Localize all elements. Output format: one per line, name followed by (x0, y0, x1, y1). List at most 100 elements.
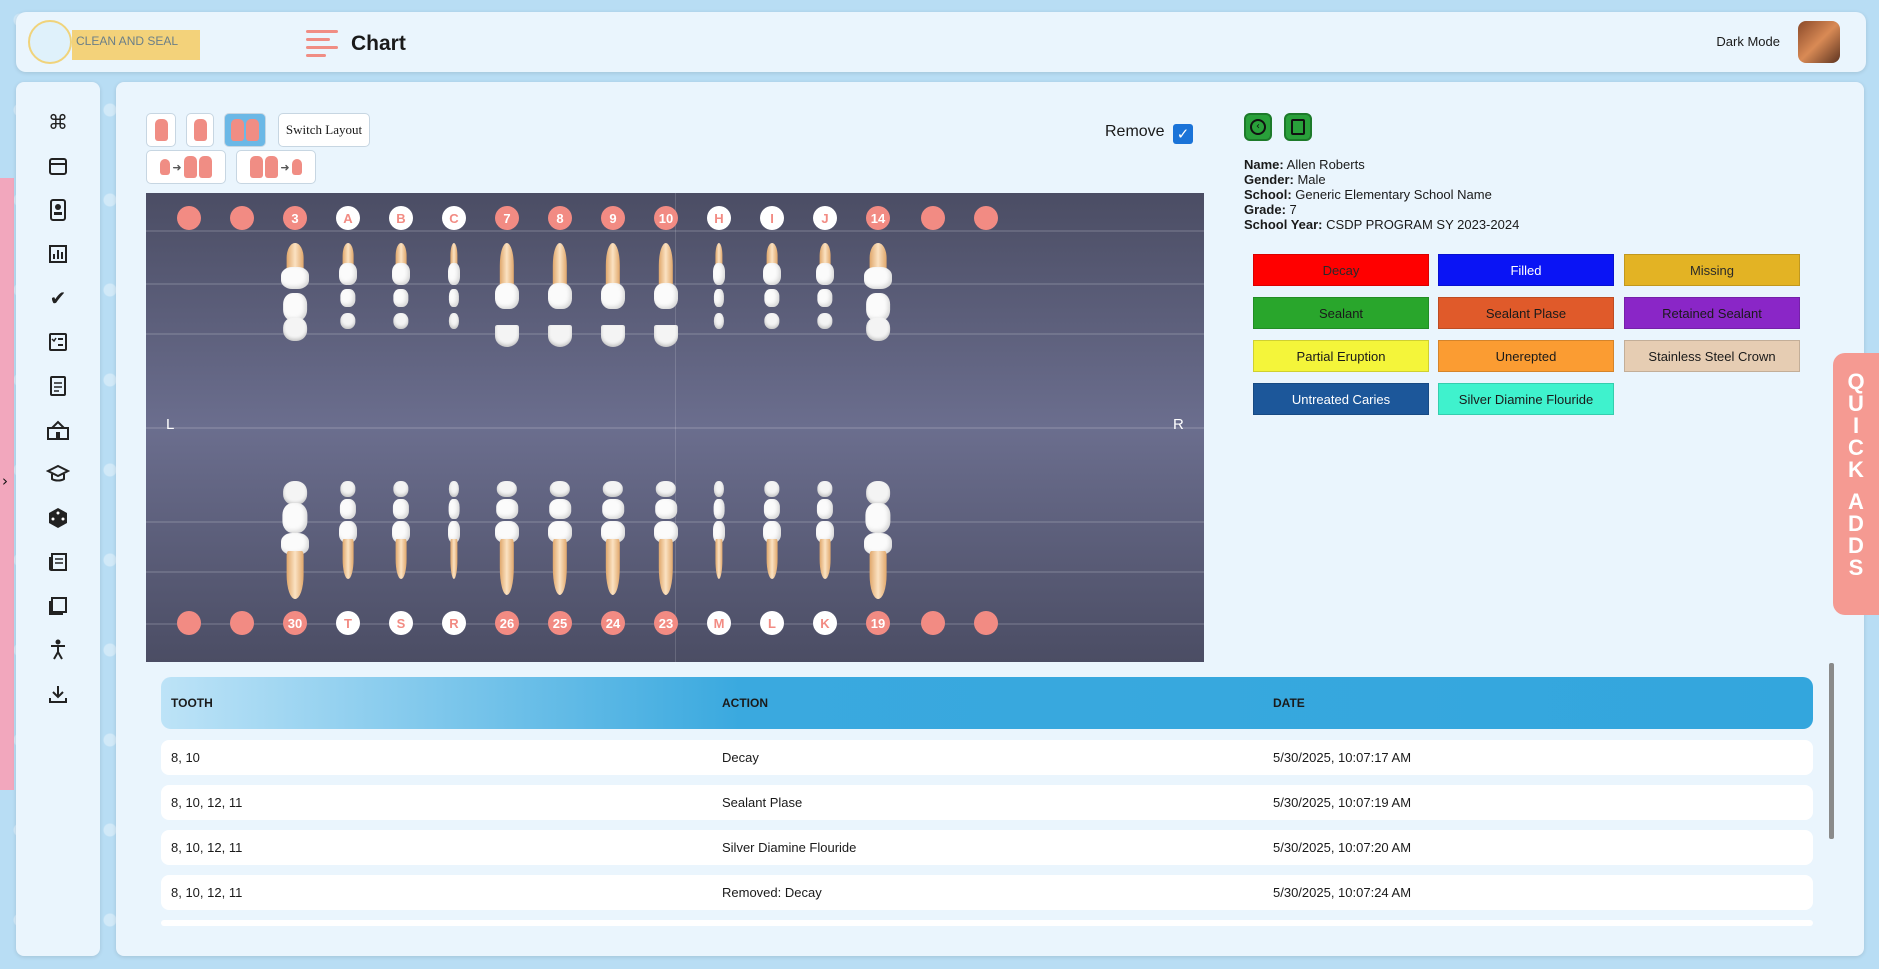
upper-tooth-marker[interactable] (177, 206, 201, 230)
lower-tooth-image[interactable] (858, 481, 898, 599)
legend-button-unerepted[interactable]: Unerepted (1438, 340, 1614, 372)
lower-tooth-marker[interactable] (974, 611, 998, 635)
tooth-transfer-left-button[interactable]: ➜ (146, 150, 226, 184)
lower-tooth-image[interactable] (699, 481, 739, 599)
dark-mode-toggle[interactable]: Dark Mode (1716, 34, 1780, 49)
upper-tooth-image[interactable] (593, 243, 633, 353)
app-logo[interactable]: CLEAN AND SEAL (28, 18, 204, 66)
lower-tooth-image[interactable] (805, 481, 845, 599)
lower-tooth-image[interactable] (646, 481, 686, 599)
upper-tooth-marker[interactable]: C (442, 206, 466, 230)
legend-button-silver-diamine-flouride[interactable]: Silver Diamine Flouride (1438, 383, 1614, 415)
legend-button-sealant-plase[interactable]: Sealant Plase (1438, 297, 1614, 329)
lower-tooth-marker[interactable]: 19 (866, 611, 890, 635)
upper-tooth-marker[interactable] (921, 206, 945, 230)
upper-tooth-image[interactable] (434, 243, 474, 353)
remove-checkbox[interactable]: ✓ (1173, 124, 1193, 144)
dice-icon[interactable] (44, 504, 72, 532)
avatar[interactable] (1798, 21, 1840, 63)
upper-tooth-marker[interactable] (974, 206, 998, 230)
hamburger-menu-icon[interactable] (306, 30, 338, 57)
switch-layout-button[interactable]: Switch Layout (278, 113, 370, 147)
download-icon[interactable] (44, 680, 72, 708)
table-scrollbar[interactable] (1829, 663, 1834, 839)
sidebar-expand-chevron-icon[interactable]: › (2, 472, 8, 490)
upper-tooth-marker[interactable] (230, 206, 254, 230)
column-header-tooth[interactable]: TOOTH (171, 696, 213, 710)
legend-button-stainless-steel-crown[interactable]: Stainless Steel Crown (1624, 340, 1800, 372)
bar-chart-icon[interactable] (44, 240, 72, 268)
upper-tooth-image[interactable] (858, 243, 898, 353)
upper-tooth-marker[interactable]: I (760, 206, 784, 230)
upper-tooth-marker[interactable]: 8 (548, 206, 572, 230)
double-check-icon[interactable]: ✔ (44, 284, 72, 312)
lower-tooth-marker[interactable]: T (336, 611, 360, 635)
school-icon[interactable] (44, 416, 72, 444)
lower-tooth-marker[interactable]: S (389, 611, 413, 635)
lower-tooth-image[interactable] (540, 481, 580, 599)
document-icon[interactable] (44, 372, 72, 400)
lower-tooth-image[interactable] (434, 481, 474, 599)
upper-tooth-image[interactable] (328, 243, 368, 353)
lower-tooth-image[interactable] (275, 481, 315, 599)
lower-tooth-marker[interactable] (921, 611, 945, 635)
column-header-date[interactable]: DATE (1273, 696, 1305, 710)
lower-tooth-marker[interactable]: 23 (654, 611, 678, 635)
graduation-cap-icon[interactable] (44, 460, 72, 488)
table-row[interactable]: 8, 10, 12, 11 Removed: Decay 5/30/2025, … (161, 875, 1813, 910)
legend-button-partial-eruption[interactable]: Partial Eruption (1253, 340, 1429, 372)
checklist-icon[interactable] (44, 328, 72, 356)
upper-tooth-marker[interactable]: A (336, 206, 360, 230)
legend-button-retained-sealant[interactable]: Retained Sealant (1624, 297, 1800, 329)
upper-tooth-image[interactable] (699, 243, 739, 353)
upper-tooth-image[interactable] (752, 243, 792, 353)
table-row[interactable]: 8, 10, 12, 11 Sealant Plase 5/30/2025, 1… (161, 785, 1813, 820)
legend-button-filled[interactable]: Filled (1438, 254, 1614, 286)
lower-tooth-marker[interactable]: R (442, 611, 466, 635)
upper-tooth-image[interactable] (275, 243, 315, 353)
legend-button-decay[interactable]: Decay (1253, 254, 1429, 286)
calendar-icon[interactable] (44, 152, 72, 180)
upper-tooth-marker[interactable]: 7 (495, 206, 519, 230)
upper-tooth-marker[interactable]: B (389, 206, 413, 230)
lower-tooth-marker[interactable] (230, 611, 254, 635)
double-tooth-layout-button[interactable] (224, 113, 266, 147)
table-row[interactable]: 8, 10, 12, 11 Silver Diamine Flouride 5/… (161, 830, 1813, 865)
command-icon[interactable]: ⌘ (44, 108, 72, 136)
lower-tooth-marker[interactable] (177, 611, 201, 635)
book-icon[interactable] (44, 592, 72, 620)
alt-tooth-layout-button[interactable] (186, 113, 214, 147)
back-button[interactable]: ‹ (1244, 113, 1272, 141)
lower-tooth-marker[interactable]: K (813, 611, 837, 635)
upper-tooth-image[interactable] (487, 243, 527, 353)
single-tooth-layout-button[interactable] (146, 113, 176, 147)
upper-tooth-marker[interactable]: 14 (866, 206, 890, 230)
lower-tooth-image[interactable] (752, 481, 792, 599)
upper-tooth-marker[interactable]: 10 (654, 206, 678, 230)
upper-tooth-marker[interactable]: H (707, 206, 731, 230)
lower-tooth-image[interactable] (487, 481, 527, 599)
upper-tooth-marker[interactable]: 9 (601, 206, 625, 230)
contacts-icon[interactable] (44, 196, 72, 224)
upper-tooth-image[interactable] (805, 243, 845, 353)
newspaper-icon[interactable] (44, 548, 72, 576)
accessibility-icon[interactable] (44, 636, 72, 664)
table-row[interactable]: 8, 10 Decay 5/30/2025, 10:07:17 AM (161, 740, 1813, 775)
lower-tooth-image[interactable] (328, 481, 368, 599)
legend-button-missing[interactable]: Missing (1624, 254, 1800, 286)
legend-button-untreated-caries[interactable]: Untreated Caries (1253, 383, 1429, 415)
upper-tooth-marker[interactable]: J (813, 206, 837, 230)
patient-profile-button[interactable] (1284, 113, 1312, 141)
lower-tooth-marker[interactable]: 26 (495, 611, 519, 635)
lower-tooth-image[interactable] (381, 481, 421, 599)
lower-tooth-marker[interactable]: M (707, 611, 731, 635)
upper-tooth-image[interactable] (381, 243, 421, 353)
lower-tooth-image[interactable] (593, 481, 633, 599)
upper-tooth-marker[interactable]: 3 (283, 206, 307, 230)
lower-tooth-marker[interactable]: L (760, 611, 784, 635)
legend-button-sealant[interactable]: Sealant (1253, 297, 1429, 329)
lower-tooth-marker[interactable]: 24 (601, 611, 625, 635)
upper-tooth-image[interactable] (540, 243, 580, 353)
upper-tooth-image[interactable] (646, 243, 686, 353)
lower-tooth-marker[interactable]: 30 (283, 611, 307, 635)
